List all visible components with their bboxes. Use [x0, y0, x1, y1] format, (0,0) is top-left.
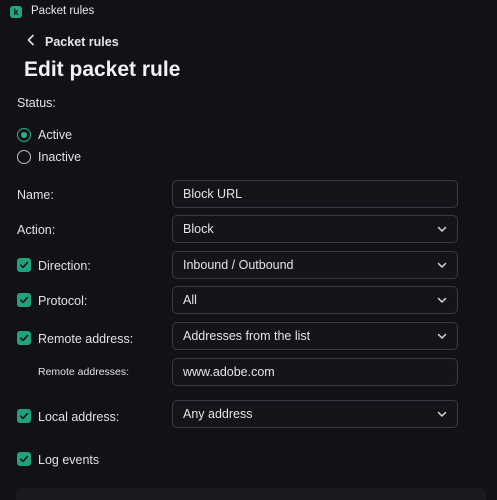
name-label: Name: — [17, 188, 54, 202]
protocol-checkbox[interactable] — [17, 293, 31, 307]
breadcrumb-label: Packet rules — [45, 35, 119, 49]
remote-address-select[interactable]: Addresses from the list — [172, 322, 458, 350]
title-bar: k Packet rules — [0, 0, 497, 24]
direction-checkbox[interactable] — [17, 258, 31, 272]
action-select-value[interactable]: Block — [183, 222, 437, 236]
bottom-panel-edge — [16, 488, 486, 500]
remote-addresses-label: Remote addresses: — [38, 366, 130, 378]
chevron-down-icon[interactable] — [437, 409, 447, 419]
remote-address-label[interactable]: Remote address: — [38, 332, 133, 346]
status-label: Status: — [17, 96, 56, 110]
chevron-down-icon[interactable] — [437, 331, 447, 341]
direction-label[interactable]: Direction: — [38, 259, 91, 273]
protocol-label[interactable]: Protocol: — [38, 294, 87, 308]
local-address-checkbox[interactable] — [17, 409, 31, 423]
direction-select[interactable]: Inbound / Outbound — [172, 251, 458, 279]
remote-addresses-input[interactable]: www.adobe.com — [172, 358, 458, 386]
radio-active-label[interactable]: Active — [38, 128, 72, 142]
log-events-checkbox[interactable] — [17, 452, 31, 466]
radio-inactive-label[interactable]: Inactive — [38, 150, 81, 164]
chevron-down-icon[interactable] — [437, 295, 447, 305]
checkmark-icon — [20, 296, 29, 304]
local-address-select-value[interactable]: Any address — [183, 407, 437, 421]
protocol-select-value[interactable]: All — [183, 293, 437, 307]
chevron-down-icon[interactable] — [437, 260, 447, 270]
checkmark-icon — [20, 334, 29, 342]
app-logo-icon: k — [10, 6, 22, 18]
remote-address-select-value[interactable]: Addresses from the list — [183, 329, 437, 343]
remote-addresses-input-value[interactable]: www.adobe.com — [183, 365, 447, 379]
back-button[interactable]: Packet rules — [26, 34, 119, 50]
name-input[interactable]: Block URL — [172, 180, 458, 208]
checkmark-icon — [20, 412, 29, 420]
chevron-down-icon[interactable] — [437, 224, 447, 234]
checkmark-icon — [20, 455, 29, 463]
window-title: Packet rules — [31, 5, 95, 17]
log-events-label[interactable]: Log events — [38, 453, 99, 467]
protocol-select[interactable]: All — [172, 286, 458, 314]
local-address-label[interactable]: Local address: — [38, 410, 119, 424]
radio-inactive-indicator[interactable] — [17, 150, 31, 164]
chevron-left-icon — [26, 34, 40, 50]
action-label: Action: — [17, 223, 56, 237]
checkmark-icon — [20, 261, 29, 269]
radio-active-indicator[interactable] — [17, 128, 31, 142]
name-input-value[interactable]: Block URL — [183, 187, 447, 201]
direction-select-value[interactable]: Inbound / Outbound — [183, 258, 437, 272]
page-title: Edit packet rule — [24, 58, 181, 81]
remote-address-checkbox[interactable] — [17, 331, 31, 345]
action-select[interactable]: Block — [172, 215, 458, 243]
local-address-select[interactable]: Any address — [172, 400, 458, 428]
